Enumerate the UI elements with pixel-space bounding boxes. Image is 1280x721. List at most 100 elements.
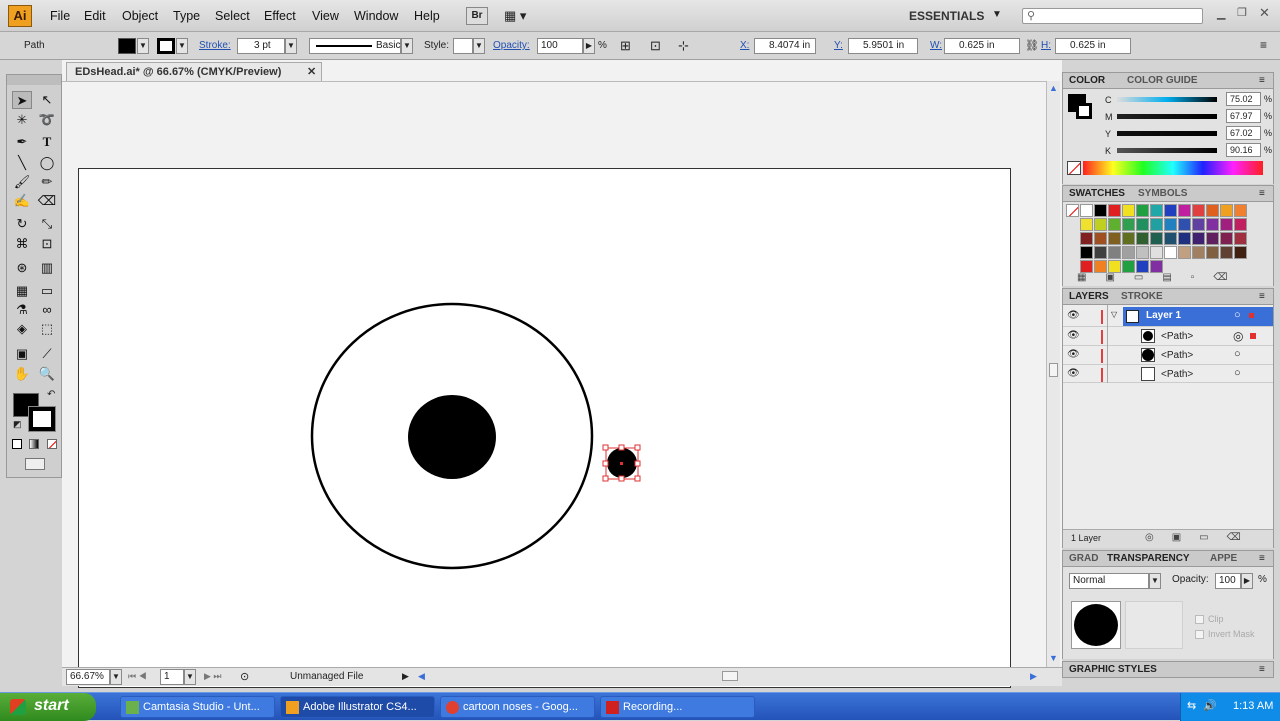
stroke-swatch[interactable] [157, 38, 175, 54]
chevron-down-icon[interactable]: ▼ [992, 9, 1002, 20]
channel-m-slider[interactable] [1117, 114, 1217, 119]
color-swatch[interactable] [1206, 218, 1219, 231]
vertical-scrollbar[interactable]: ▲ ▼ [1046, 81, 1060, 667]
visibility-eye-icon[interactable]: 👁 [1067, 349, 1080, 360]
live-paint-bucket-icon[interactable]: ◈ [12, 320, 32, 338]
h-label[interactable]: H: [1041, 40, 1051, 51]
gray-swatch[interactable] [1164, 246, 1177, 259]
canvas-area[interactable] [62, 81, 1046, 688]
color-stroke-box[interactable] [1076, 103, 1092, 119]
color-swatch[interactable] [1234, 218, 1247, 231]
layer-name[interactable]: Layer 1 [1146, 310, 1181, 321]
stroke-weight-dropdown[interactable]: ▼ [285, 38, 297, 54]
transparency-opacity-dropdown[interactable]: ▶ [1241, 573, 1253, 589]
mesh-tool-icon[interactable]: ▦ [12, 282, 32, 300]
zoom-tool-icon[interactable]: 🔍 [37, 365, 57, 383]
artboard-tool-icon[interactable]: ▣ [12, 345, 32, 363]
color-swatch[interactable] [1178, 246, 1191, 259]
color-swatch[interactable] [1080, 204, 1093, 217]
volume-icon[interactable]: 🔊 [1203, 699, 1217, 712]
vertical-scroll-thumb[interactable] [1049, 363, 1058, 377]
scroll-left-icon[interactable]: ◀ [418, 671, 425, 682]
color-swatch[interactable] [1164, 232, 1177, 245]
w-label[interactable]: W: [930, 40, 942, 51]
tab-color[interactable]: COLOR [1069, 75, 1105, 86]
path-name[interactable]: <Path> [1161, 331, 1193, 342]
swatch-grid[interactable] [1066, 204, 1256, 273]
document-tab[interactable]: EDsHead.ai* @ 66.67% (CMYK/Preview) ✕ [66, 62, 322, 81]
color-swatch[interactable] [1206, 232, 1219, 245]
opacity-dropdown[interactable]: ▶ [583, 38, 595, 54]
color-swatch[interactable] [1122, 232, 1135, 245]
target-icon[interactable]: ○ [1234, 348, 1241, 360]
gradient-tool-icon[interactable]: ▭ [37, 282, 57, 300]
opacity-mask-slot[interactable] [1125, 601, 1183, 649]
screen-mode-icon[interactable] [25, 458, 45, 470]
transparency-thumbnail[interactable] [1071, 601, 1121, 649]
tab-gradient[interactable]: GRAD [1069, 553, 1098, 564]
none-mode-icon[interactable] [47, 439, 57, 449]
close-button[interactable]: ✕ [1259, 5, 1270, 21]
visibility-eye-icon[interactable]: 👁 [1067, 310, 1080, 321]
opacity-field[interactable]: 100 [537, 38, 583, 54]
swatch-footer-icons[interactable]: ▦▣▭▤▫⌫ [1077, 272, 1246, 283]
zoom-field[interactable]: 66.67% [66, 669, 110, 685]
link-proportions-icon[interactable]: ⛓ [1025, 39, 1039, 52]
graph-tool-icon[interactable]: ▥ [37, 259, 57, 277]
color-swatch[interactable] [1192, 218, 1205, 231]
color-swatch[interactable] [1122, 218, 1135, 231]
warp-tool-icon[interactable]: ⌘ [12, 235, 32, 253]
zoom-dropdown[interactable]: ▼ [110, 669, 122, 685]
color-swatch[interactable] [1080, 232, 1093, 245]
live-paint-selection-icon[interactable]: ⬚ [37, 320, 57, 338]
bridge-button[interactable]: Br [466, 7, 488, 25]
gray-swatch[interactable] [1122, 246, 1135, 259]
color-swatch[interactable] [1108, 218, 1121, 231]
close-tab-icon[interactable]: ✕ [307, 65, 316, 78]
menu-help[interactable]: Help [414, 9, 440, 23]
channel-k-field[interactable]: 90.16 [1226, 143, 1261, 157]
menu-edit[interactable]: Edit [84, 9, 106, 23]
menu-object[interactable]: Object [122, 9, 158, 23]
page-field[interactable]: 1 [160, 669, 184, 685]
layer-item-row[interactable]: 👁 <Path> ◎ [1063, 326, 1273, 345]
gray-swatch[interactable] [1136, 246, 1149, 259]
panel-menu-icon[interactable]: ≡ [1259, 664, 1265, 675]
status-menu-icon[interactable]: ▶ [402, 671, 409, 682]
menu-view[interactable]: View [312, 9, 339, 23]
stroke-label[interactable]: Stroke: [199, 40, 231, 51]
symbol-sprayer-tool-icon[interactable]: ⊛ [12, 259, 32, 277]
color-swatch[interactable] [1234, 232, 1247, 245]
x-field[interactable]: 8.4074 in [754, 38, 816, 54]
color-swatch[interactable] [1164, 218, 1177, 231]
color-swatch[interactable] [1206, 204, 1219, 217]
stroke-weight-field[interactable]: 3 pt [237, 38, 285, 54]
panel-menu-icon[interactable]: ≡ [1259, 553, 1265, 564]
restore-button[interactable]: ❐ [1237, 6, 1247, 19]
channel-y-slider[interactable] [1117, 131, 1217, 136]
network-icon[interactable]: ⇆ [1187, 699, 1196, 712]
visibility-eye-icon[interactable]: 👁 [1067, 330, 1080, 341]
tab-layers[interactable]: LAYERS [1069, 291, 1109, 302]
search-input[interactable]: ⚲ [1022, 8, 1203, 24]
color-swatch[interactable] [1220, 232, 1233, 245]
scale-tool-icon[interactable]: ⤡ [37, 215, 57, 233]
blend-mode-dropdown[interactable]: ▼ [1149, 573, 1161, 589]
type-tool-icon[interactable]: T [37, 133, 57, 151]
target-icon[interactable]: ◎ [1233, 329, 1243, 343]
transparency-opacity-field[interactable]: 100 [1215, 573, 1241, 589]
gray-swatch[interactable] [1094, 246, 1107, 259]
fill-swatch[interactable] [118, 38, 136, 54]
taskbar-item-illustrator[interactable]: Adobe Illustrator CS4... [280, 696, 435, 718]
disclosure-triangle-icon[interactable]: ▽ [1111, 310, 1117, 319]
color-swatch[interactable] [1150, 218, 1163, 231]
channel-y-field[interactable]: 67.02 [1226, 126, 1261, 140]
color-swatch[interactable] [1178, 232, 1191, 245]
path-name[interactable]: <Path> [1161, 369, 1193, 380]
color-swatch[interactable] [1234, 246, 1247, 259]
color-swatch[interactable] [1136, 218, 1149, 231]
free-transform-tool-icon[interactable]: ⊡ [37, 235, 57, 253]
start-button[interactable]: start [0, 693, 96, 721]
layers-footer-icons[interactable]: ◎▣▭⌫ [1145, 532, 1259, 543]
blob-brush-tool-icon[interactable]: ✍ [12, 192, 32, 210]
